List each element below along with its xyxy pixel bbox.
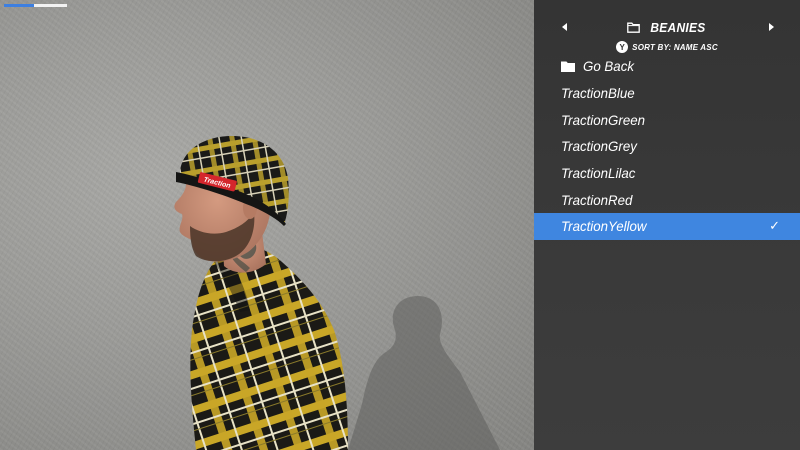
item-list: Go Back TractionBlue TractionGreen Tract… bbox=[534, 53, 800, 240]
character-render: Traction bbox=[174, 136, 500, 450]
list-item-label: TractionBlue bbox=[561, 85, 635, 102]
list-item-label: TractionRed bbox=[561, 191, 633, 208]
go-back-label: Go Back bbox=[583, 58, 635, 75]
sort-control[interactable]: Y SORT BY: NAME ASC bbox=[534, 40, 800, 54]
category-title: BEANIES bbox=[649, 19, 706, 35]
character-shadow bbox=[348, 296, 500, 450]
sort-label: SORT BY: NAME ASC bbox=[632, 42, 718, 52]
list-item-label: TractionYellow bbox=[561, 218, 647, 235]
character-preview-viewport: Traction bbox=[0, 0, 534, 450]
flannel-shirt bbox=[190, 246, 348, 450]
loading-progress-bar bbox=[4, 4, 67, 7]
previous-category-button[interactable] bbox=[556, 19, 572, 35]
arrow-left-icon bbox=[561, 23, 567, 31]
arrow-right-icon bbox=[768, 23, 774, 31]
folder-icon bbox=[561, 61, 575, 72]
checkmark-icon: ✓ bbox=[769, 219, 780, 235]
category-header: BEANIES bbox=[534, 14, 800, 40]
list-item-traction-green[interactable]: TractionGreen bbox=[534, 106, 800, 133]
list-item-traction-blue[interactable]: TractionBlue bbox=[534, 80, 800, 107]
list-item-label: TractionGreen bbox=[561, 111, 646, 128]
next-category-button[interactable] bbox=[763, 19, 779, 35]
loading-progress-fill bbox=[4, 4, 35, 7]
clothing-menu-panel: BEANIES Y SORT BY: NAME ASC Go Back Trac… bbox=[534, 0, 800, 450]
list-item-label: TractionLilac bbox=[561, 165, 636, 182]
list-item-traction-red[interactable]: TractionRed bbox=[534, 186, 800, 213]
list-item-traction-lilac[interactable]: TractionLilac bbox=[534, 160, 800, 187]
list-item-label: TractionGrey bbox=[561, 138, 637, 155]
list-item-traction-grey[interactable]: TractionGrey bbox=[534, 133, 800, 160]
y-button-icon: Y bbox=[616, 41, 629, 53]
go-back-item[interactable]: Go Back bbox=[534, 53, 800, 80]
folder-icon bbox=[626, 22, 640, 33]
list-item-traction-yellow[interactable]: TractionYellow ✓ bbox=[534, 213, 800, 240]
